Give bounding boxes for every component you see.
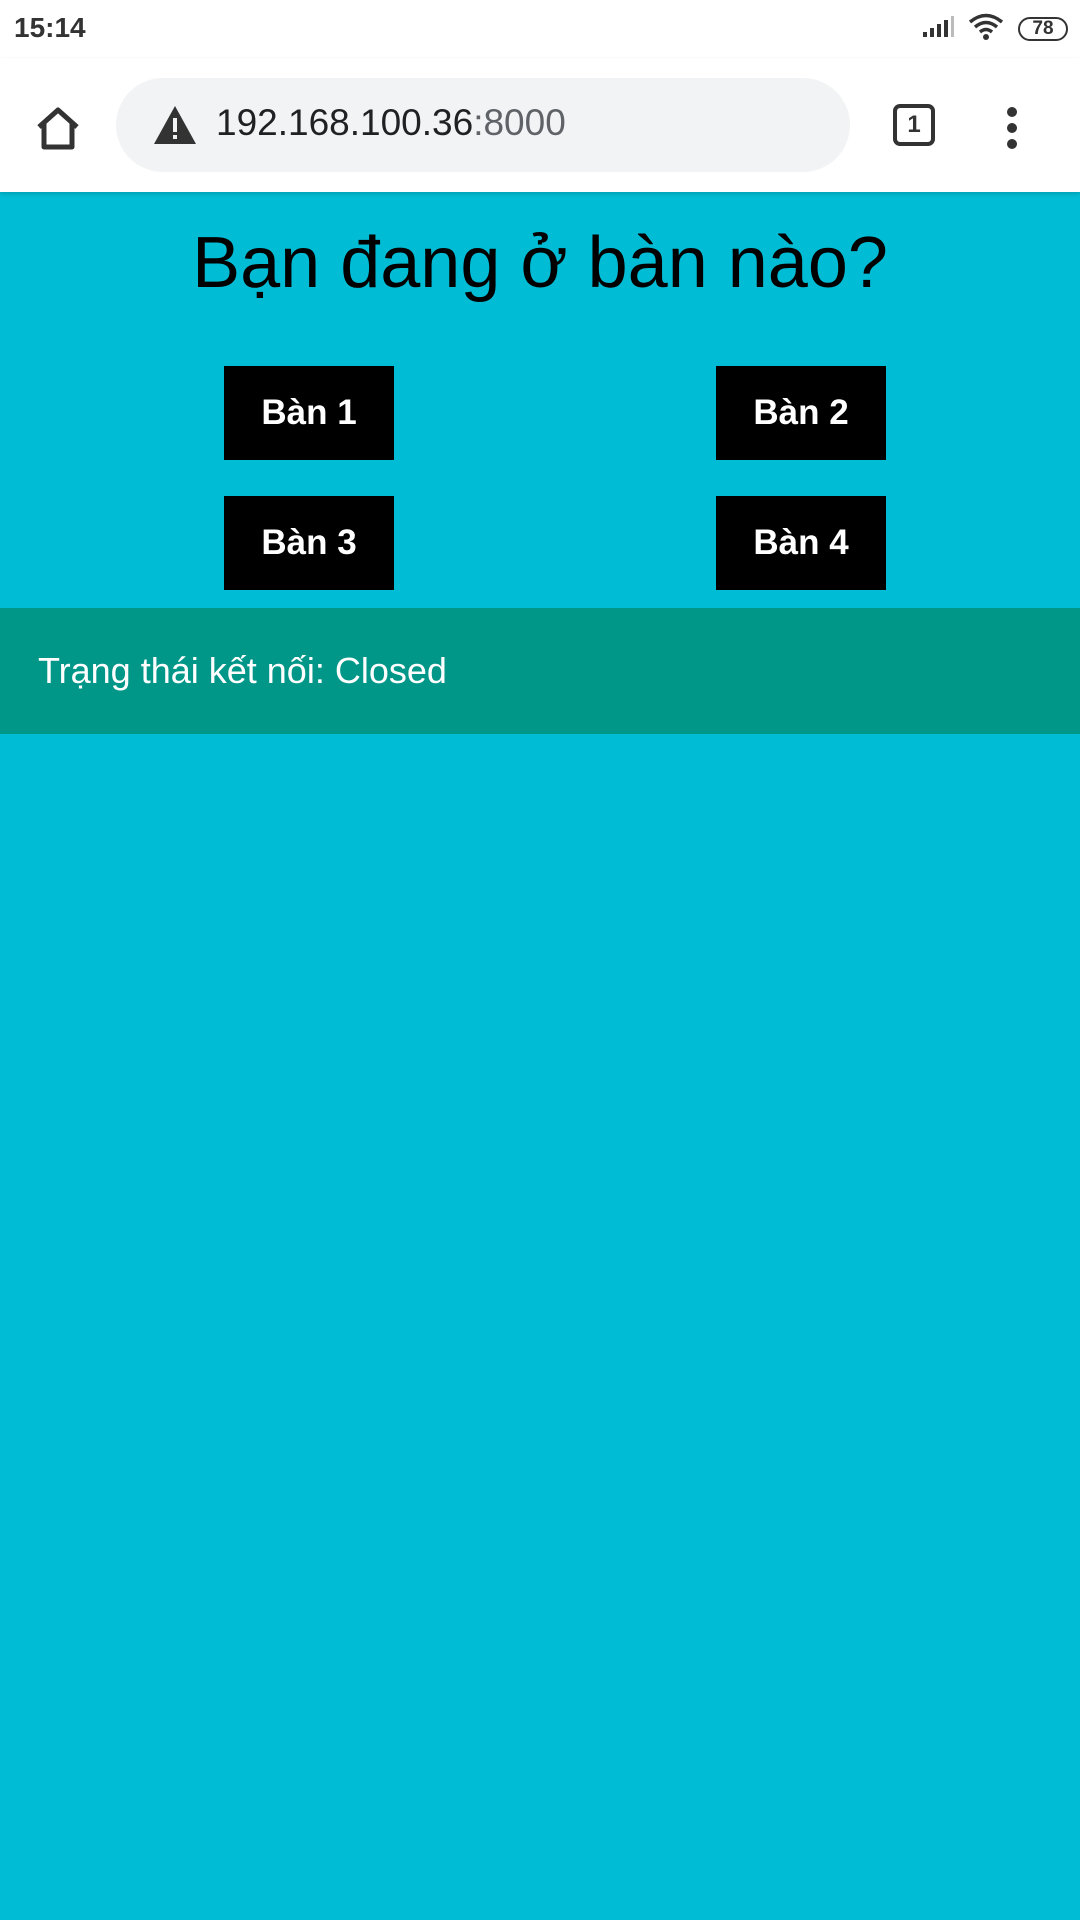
more-menu-button[interactable] (994, 98, 1030, 158)
page-title: Bạn đang ở bàn nào? (192, 223, 888, 303)
url-port: :8000 (473, 102, 566, 143)
system-status-bar: 15:14 78 (0, 0, 1080, 58)
more-vert-icon (1007, 107, 1017, 149)
home-button[interactable] (28, 98, 88, 158)
table-2-button[interactable]: Bàn 2 (716, 366, 886, 460)
clock: 15:14 (14, 12, 86, 43)
warning-icon[interactable] (152, 104, 198, 146)
connection-status-panel: Trạng thái kết nối: Closed (0, 608, 1080, 734)
connection-status-text: Trạng thái kết nối: Closed (38, 650, 447, 691)
signal-icon (922, 15, 954, 43)
address-bar[interactable]: 192.168.100.36:8000 (116, 78, 850, 172)
url-text[interactable]: 192.168.100.36:8000 (216, 102, 566, 144)
browser-toolbar: 192.168.100.36:8000 1 (0, 58, 1080, 192)
table-1-button[interactable]: Bàn 1 (224, 366, 394, 460)
tab-count: 1 (907, 111, 921, 138)
status-icons: 78 (922, 12, 1068, 46)
url-host: 192.168.100.36 (216, 102, 474, 143)
home-icon (37, 107, 79, 150)
battery-icon: 78 (1018, 17, 1068, 41)
table-4-button[interactable]: Bàn 4 (716, 496, 886, 590)
table-3-button[interactable]: Bàn 3 (224, 496, 394, 590)
tabs-button[interactable]: 1 (893, 104, 935, 146)
wifi-icon (968, 13, 1004, 46)
